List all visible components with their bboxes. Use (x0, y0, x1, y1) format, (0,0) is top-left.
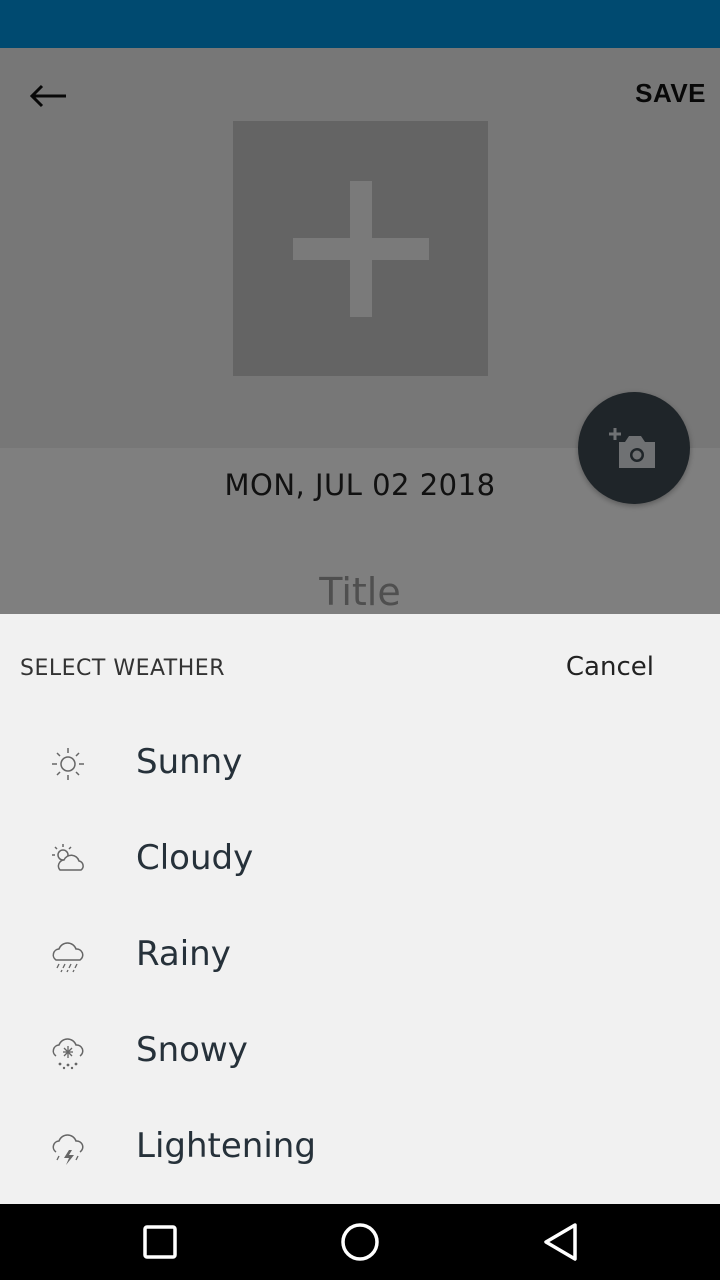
weather-label: Lightening (136, 1126, 316, 1166)
home-button[interactable] (340, 1222, 380, 1262)
dialog-scrim[interactable] (0, 48, 720, 614)
sheet-title: SELECT WEATHER (20, 656, 225, 681)
weather-list: Sunny Cloudy Rainy Snowy Lightening (0, 714, 720, 1194)
weather-item-cloudy[interactable]: Cloudy (0, 810, 720, 906)
cancel-button[interactable]: Cancel (566, 652, 654, 682)
weather-label: Rainy (136, 934, 231, 974)
snow-icon (52, 1038, 84, 1070)
weather-bottom-sheet: SELECT WEATHER Cancel Sunny Cloudy Rainy… (0, 614, 720, 1204)
rain-icon (52, 942, 84, 973)
square-icon (143, 1225, 177, 1259)
sun-icon (52, 748, 84, 780)
weather-item-rainy[interactable]: Rainy (0, 906, 720, 1002)
weather-label: Cloudy (136, 838, 254, 878)
system-nav-bar (0, 1204, 720, 1280)
circle-icon (341, 1223, 379, 1261)
weather-item-sunny[interactable]: Sunny (0, 714, 720, 810)
weather-label: Snowy (136, 1030, 248, 1070)
lightning-icon (52, 1134, 84, 1165)
triangle-back-icon (544, 1223, 577, 1261)
back-nav-button[interactable] (540, 1222, 580, 1262)
weather-item-lightening[interactable]: Lightening (0, 1098, 720, 1194)
status-bar (0, 0, 720, 48)
recents-button[interactable] (140, 1222, 180, 1262)
cloudy-icon (52, 844, 84, 871)
weather-label: Sunny (136, 742, 243, 782)
weather-item-snowy[interactable]: Snowy (0, 1002, 720, 1098)
